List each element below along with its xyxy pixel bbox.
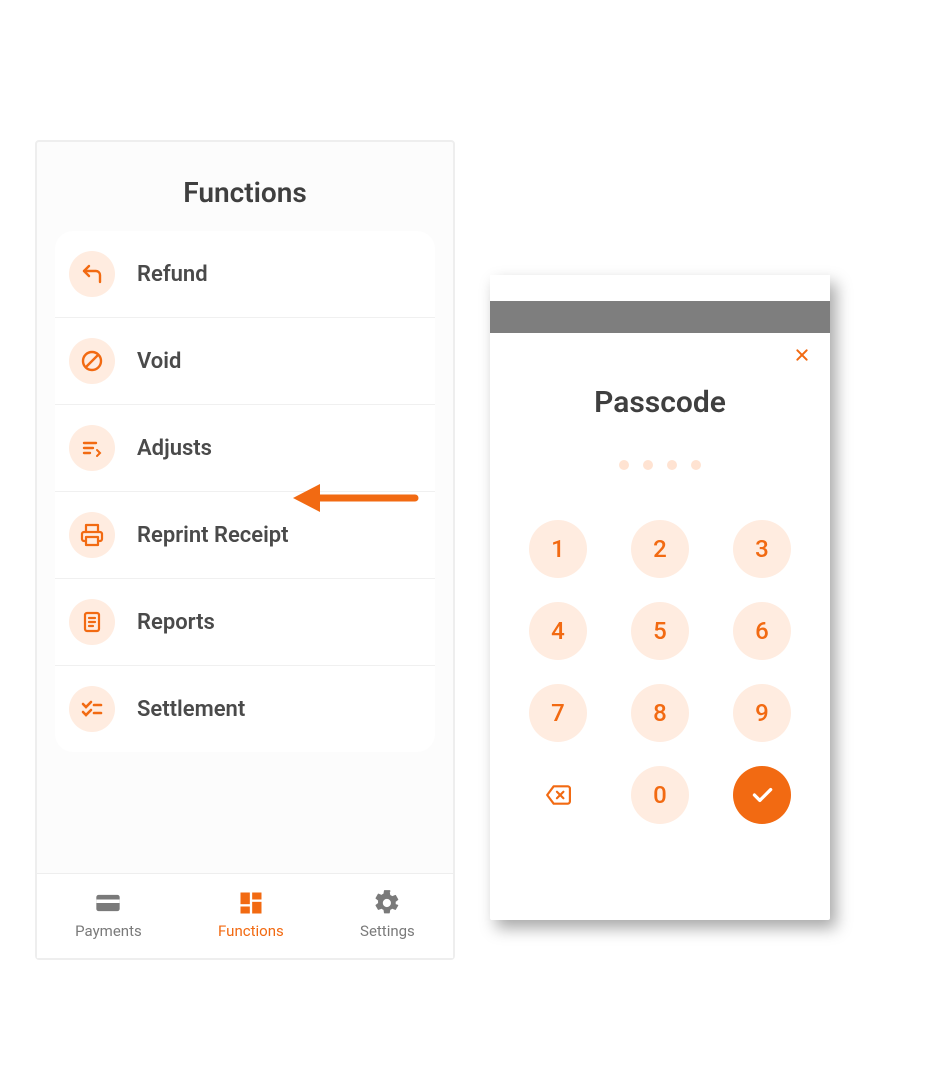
pin-dot xyxy=(643,460,653,470)
close-icon[interactable] xyxy=(792,345,812,365)
function-label: Reprint Receipt xyxy=(137,523,289,548)
functions-screen: Functions Refund Void Adjusts Reprint Re… xyxy=(35,140,455,960)
nav-label: Functions xyxy=(218,922,284,940)
return-icon xyxy=(69,251,115,297)
nav-functions[interactable]: Functions xyxy=(218,888,284,940)
function-label: Void xyxy=(137,349,181,374)
function-row-void[interactable]: Void xyxy=(55,318,435,405)
key-0[interactable]: 0 xyxy=(631,766,689,824)
printer-icon xyxy=(69,512,115,558)
function-row-refund[interactable]: Refund xyxy=(55,231,435,318)
pin-dot xyxy=(667,460,677,470)
key-3[interactable]: 3 xyxy=(733,520,791,578)
key-5[interactable]: 5 xyxy=(631,602,689,660)
bottom-nav: Payments Functions Settings xyxy=(37,873,453,958)
status-bar xyxy=(490,275,830,301)
passcode-title: Passcode xyxy=(490,385,830,420)
pin-dot xyxy=(691,460,701,470)
prohibit-icon xyxy=(69,338,115,384)
nav-payments[interactable]: Payments xyxy=(75,888,142,940)
pin-indicator xyxy=(490,460,830,470)
key-confirm[interactable] xyxy=(733,766,791,824)
checklist-icon xyxy=(69,686,115,732)
gear-icon xyxy=(372,888,402,918)
header-bar xyxy=(490,301,830,333)
grid-icon xyxy=(236,888,266,918)
key-8[interactable]: 8 xyxy=(631,684,689,742)
function-label: Adjusts xyxy=(137,436,212,461)
adjust-icon xyxy=(69,425,115,471)
card-icon xyxy=(93,888,123,918)
function-label: Reports xyxy=(137,610,215,635)
function-label: Refund xyxy=(137,262,208,287)
key-9[interactable]: 9 xyxy=(733,684,791,742)
close-row xyxy=(490,333,830,365)
annotation-arrow-icon xyxy=(290,478,420,522)
function-row-settlement[interactable]: Settlement xyxy=(55,666,435,752)
passcode-screen: Passcode 1 2 3 4 5 6 7 8 9 0 xyxy=(490,275,830,920)
function-label: Settlement xyxy=(137,697,245,722)
nav-label: Payments xyxy=(75,922,142,940)
key-2[interactable]: 2 xyxy=(631,520,689,578)
pin-dot xyxy=(619,460,629,470)
key-7[interactable]: 7 xyxy=(529,684,587,742)
key-backspace[interactable] xyxy=(529,766,587,824)
key-6[interactable]: 6 xyxy=(733,602,791,660)
reports-icon xyxy=(69,599,115,645)
key-4[interactable]: 4 xyxy=(529,602,587,660)
key-1[interactable]: 1 xyxy=(529,520,587,578)
functions-title: Functions xyxy=(37,142,453,231)
nav-settings[interactable]: Settings xyxy=(360,888,415,940)
nav-label: Settings xyxy=(360,922,415,940)
function-row-reports[interactable]: Reports xyxy=(55,579,435,666)
keypad: 1 2 3 4 5 6 7 8 9 0 xyxy=(529,520,791,824)
